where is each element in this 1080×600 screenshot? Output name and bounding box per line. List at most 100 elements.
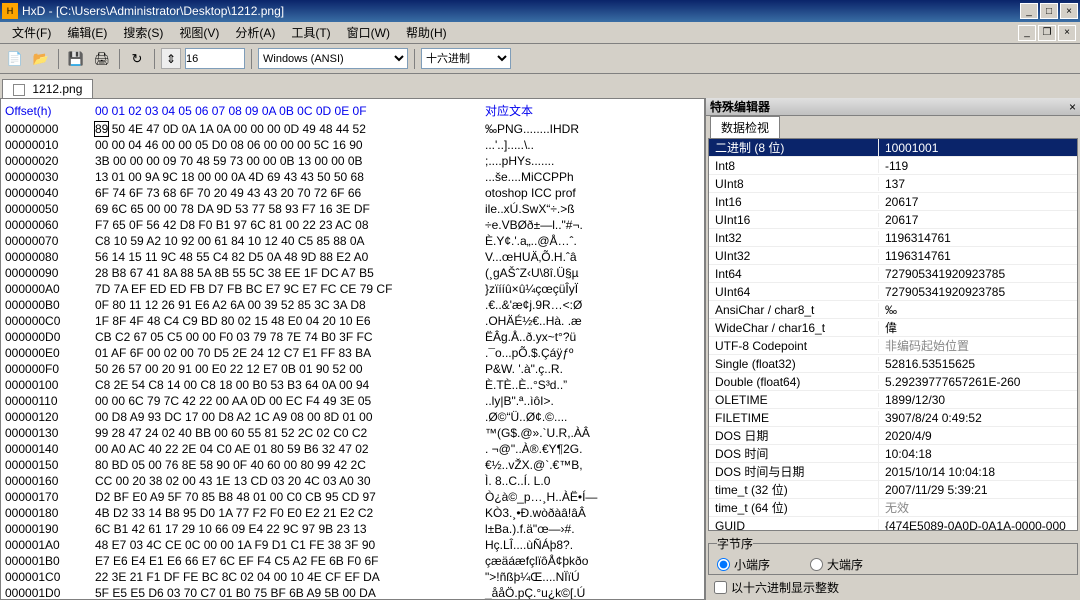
inspector-value[interactable]: 3907/8/24 0:49:52	[879, 411, 1077, 425]
hex-row[interactable]: 0000013099 28 47 24 02 40 BB 00 60 55 81…	[5, 425, 704, 441]
hex-bytes[interactable]: 22 3E 21 F1 DF FE BC 8C 02 04 00 10 4E C…	[95, 569, 485, 585]
ascii-cell[interactable]: çæäáæfçlïôÅ¢þkðo	[485, 553, 588, 569]
ascii-cell[interactable]: P&W. '.à".ç..R.	[485, 361, 563, 377]
inspector-value[interactable]: 2015/10/14 10:04:18	[879, 465, 1077, 479]
hex-bytes[interactable]: C8 2E 54 C8 14 00 C8 18 00 B0 53 B3 64 0…	[95, 377, 485, 393]
hex-row[interactable]: 000000406F 74 6F 73 68 6F 70 20 49 43 43…	[5, 185, 704, 201]
hex-row[interactable]: 0000000089 50 4E 47 0D 0A 1A 0A 00 00 00…	[5, 121, 704, 137]
hex-bytes[interactable]: E7 E6 E4 E1 E6 66 E7 6C EF F4 C5 A2 FE 6…	[95, 553, 485, 569]
inspector-row[interactable]: GUID{474E5089-0A0D-0A1A-0000-000	[709, 517, 1077, 531]
inspector-row[interactable]: AnsiChar / char8_t‰	[709, 301, 1077, 319]
ascii-cell[interactable]: V...œHUÄ‚Õ.H.ˆâ	[485, 249, 580, 265]
menu-help[interactable]: 帮助(H)	[398, 24, 455, 41]
hex-row[interactable]: 000000A07D 7A EF ED ED FB D7 FB BC E7 9C…	[5, 281, 704, 297]
hex-row[interactable]: 000000F050 26 57 00 20 91 00 E0 22 12 E7…	[5, 361, 704, 377]
inspector-value[interactable]: 10001001	[879, 141, 1077, 155]
save-icon[interactable]: 💾	[65, 48, 87, 70]
ascii-cell[interactable]: È.Y¢.'.a„..@Å…ˆ.	[485, 233, 577, 249]
ascii-cell[interactable]: ile..xÚ.SwX“÷.>ß	[485, 201, 575, 217]
hex-row[interactable]: 000001A048 E7 03 4C CE 0C 00 00 1A F9 D1…	[5, 537, 704, 553]
ascii-cell[interactable]: .€..&'æ¢j.9R…<:Ø	[485, 297, 582, 313]
inspector-row[interactable]: Single (float32)52816.53515625	[709, 355, 1077, 373]
inspector-value[interactable]: 2007/11/29 5:39:21	[879, 483, 1077, 497]
ascii-cell[interactable]: otoshop ICC prof	[485, 185, 576, 201]
inspector-value[interactable]: 2020/4/9	[879, 429, 1077, 443]
hex-row[interactable]: 00000170D2 BF E0 A9 5F 70 85 B8 48 01 00…	[5, 489, 704, 505]
hex-editor[interactable]: Offset(h) 00 01 02 03 04 05 06 07 08 09 …	[0, 98, 705, 600]
ascii-cell[interactable]: l±Ba.).f.ä"œ—›#.	[485, 521, 575, 537]
ascii-cell[interactable]: €½..vŽX.@`.€™B,	[485, 457, 583, 473]
menu-view[interactable]: 视图(V)	[171, 24, 227, 41]
inspector-value[interactable]: 1196314761	[879, 249, 1077, 263]
ascii-cell[interactable]: ...'..].....\..	[485, 137, 534, 153]
hex-row[interactable]: 0000003013 01 00 9A 9C 18 00 00 0A 4D 69…	[5, 169, 704, 185]
inspector-value[interactable]: 10:04:18	[879, 447, 1077, 461]
hex-bytes[interactable]: CC 00 20 38 02 00 43 1E 13 CD 03 20 4C 0…	[95, 473, 485, 489]
hex-row[interactable]: 00000160CC 00 20 38 02 00 43 1E 13 CD 03…	[5, 473, 704, 489]
hex-row[interactable]: 000000C01F 8F 4F 48 C4 C9 BD 80 02 15 48…	[5, 313, 704, 329]
inspector-value[interactable]: 727905341920923785	[879, 267, 1077, 281]
inspector-row[interactable]: Int64727905341920923785	[709, 265, 1077, 283]
minimize-button[interactable]: _	[1020, 3, 1038, 19]
inspector-row[interactable]: Int321196314761	[709, 229, 1077, 247]
ascii-cell[interactable]: ™(G$.@».`U.R,.ÀÂ	[485, 425, 590, 441]
ascii-cell[interactable]: ËÂg.Å..ð.yx~t°?ü	[485, 329, 576, 345]
inspector-value[interactable]: 5.29239777657261E-260	[879, 375, 1077, 389]
hex-row[interactable]: 000000D0CB C2 67 05 C5 00 00 F0 03 79 78…	[5, 329, 704, 345]
hex-row[interactable]: 0000012000 D8 A9 93 DC 17 00 D8 A2 1C A9…	[5, 409, 704, 425]
mdi-restore-button[interactable]: ❐	[1038, 25, 1056, 41]
hex-row[interactable]: 00000060F7 65 0F 56 42 D8 F0 B1 97 6C 81…	[5, 217, 704, 233]
hex-bytes[interactable]: 00 A0 AC 40 22 2E 04 C0 AE 01 80 59 B6 3…	[95, 441, 485, 457]
inspector-value[interactable]: 52816.53515625	[879, 357, 1077, 371]
inspector-list[interactable]: 二进制 (8 位)10001001Int8-119UInt8137Int1620…	[708, 138, 1078, 531]
menu-file[interactable]: 文件(F)	[4, 24, 59, 41]
inspector-value[interactable]: 1196314761	[879, 231, 1077, 245]
ascii-cell[interactable]: .Ø©“Ü..Ø¢.©....	[485, 409, 567, 425]
hex-bytes[interactable]: 01 AF 6F 00 02 00 70 D5 2E 24 12 C7 E1 F…	[95, 345, 485, 361]
ascii-cell[interactable]: Hç.LÎ....ùÑÁþ8?.	[485, 537, 573, 553]
menu-analyze[interactable]: 分析(A)	[227, 24, 283, 41]
hex-bytes[interactable]: F7 65 0F 56 42 D8 F0 B1 97 6C 81 00 22 2…	[95, 217, 485, 233]
hex-row[interactable]: 0000009028 B8 67 41 8A 88 5A 8B 55 5C 38…	[5, 265, 704, 281]
file-tab[interactable]: 1212.png	[2, 79, 93, 98]
ascii-cell[interactable]: .OHÄÉ½€..Hà. .æ	[485, 313, 582, 329]
hex-row[interactable]: 000001B0E7 E6 E4 E1 E6 66 E7 6C EF F4 C5…	[5, 553, 704, 569]
inspector-close-icon[interactable]: ×	[1069, 100, 1076, 114]
menu-window[interactable]: 窗口(W)	[339, 24, 398, 41]
inspector-row[interactable]: 二进制 (8 位)10001001	[709, 139, 1077, 157]
inspector-row[interactable]: DOS 时间10:04:18	[709, 445, 1077, 463]
ascii-cell[interactable]: .¯o...pÕ.$.Çáÿƒº	[485, 345, 573, 361]
ascii-cell[interactable]: ÷e.VBØð±—l.."#¬.	[485, 217, 583, 233]
inspector-value[interactable]: 20617	[879, 195, 1077, 209]
ascii-cell[interactable]: Ì. 8..C..Í. L.0	[485, 473, 550, 489]
hex-bytes[interactable]: 00 00 04 46 00 00 05 D0 08 06 00 00 00 5…	[95, 137, 485, 153]
ascii-cell[interactable]: ;....pHYs.......	[485, 153, 554, 169]
hex-bytes[interactable]: 80 BD 05 00 76 8E 58 90 0F 40 60 00 80 9…	[95, 457, 485, 473]
hex-row[interactable]: 0000014000 A0 AC 40 22 2E 04 C0 AE 01 80…	[5, 441, 704, 457]
hex-row[interactable]: 0000015080 BD 05 00 76 8E 58 90 0F 40 60…	[5, 457, 704, 473]
base-select[interactable]: 十六进制	[421, 48, 511, 69]
hex-bytes[interactable]: 7D 7A EF ED ED FB D7 FB BC E7 9C E7 FC C…	[95, 281, 485, 297]
cols-stepper-icon[interactable]: ⇕	[161, 48, 181, 69]
inspector-value[interactable]: 偉	[879, 319, 1077, 336]
maximize-button[interactable]: □	[1040, 3, 1058, 19]
inspector-value[interactable]: 1899/12/30	[879, 393, 1077, 407]
new-file-icon[interactable]: 📄	[4, 48, 26, 70]
hex-row[interactable]: 00000070C8 10 59 A2 10 92 00 61 84 10 12…	[5, 233, 704, 249]
hex-row[interactable]: 0000001000 00 04 46 00 00 05 D0 08 06 00…	[5, 137, 704, 153]
inspector-value[interactable]: 20617	[879, 213, 1077, 227]
menu-search[interactable]: 搜索(S)	[115, 24, 171, 41]
inspector-row[interactable]: UTF-8 Codepoint非编码起始位置	[709, 337, 1077, 355]
hex-bytes[interactable]: 13 01 00 9A 9C 18 00 00 0A 4D 69 43 43 5…	[95, 169, 485, 185]
hex-row[interactable]: 0000011000 00 6C 79 7C 42 22 00 AA 0D 00…	[5, 393, 704, 409]
inspector-row[interactable]: time_t (64 位)无效	[709, 499, 1077, 517]
hex-row[interactable]: 0000005069 6C 65 00 00 78 DA 9D 53 77 58…	[5, 201, 704, 217]
hex-bytes[interactable]: 89 50 4E 47 0D 0A 1A 0A 00 00 00 0D 49 4…	[95, 121, 485, 137]
hex-bytes[interactable]: 00 00 6C 79 7C 42 22 00 AA 0D 00 EC F4 4…	[95, 393, 485, 409]
inspector-value[interactable]: 727905341920923785	[879, 285, 1077, 299]
ascii-cell[interactable]: ‰PNG........IHDR	[485, 121, 579, 137]
big-endian-radio[interactable]: 大端序	[810, 556, 863, 573]
inspector-row[interactable]: Double (float64)5.29239777657261E-260	[709, 373, 1077, 391]
inspector-row[interactable]: UInt64727905341920923785	[709, 283, 1077, 301]
inspector-row[interactable]: Int1620617	[709, 193, 1077, 211]
